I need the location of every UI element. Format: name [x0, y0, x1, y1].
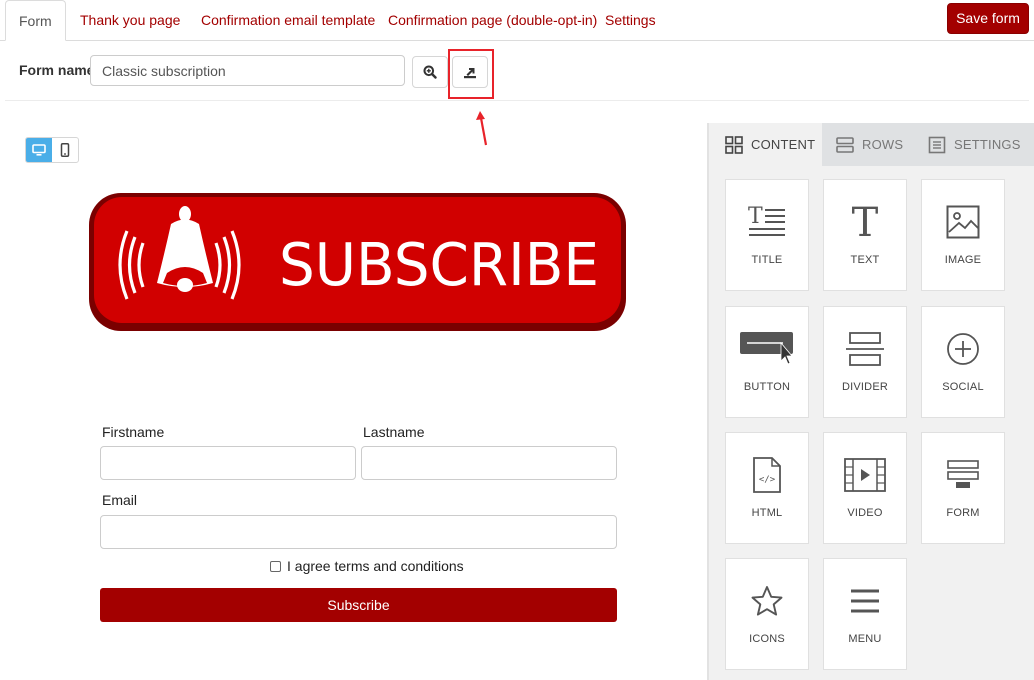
device-toggle: [25, 137, 79, 163]
tile-text[interactable]: T TEXT: [823, 179, 907, 291]
tile-image[interactable]: IMAGE: [921, 179, 1005, 291]
save-form-button[interactable]: Save form: [947, 3, 1029, 34]
tile-menu-label: MENU: [848, 633, 882, 645]
header-divider: [5, 100, 1029, 101]
tile-html-label: HTML: [751, 507, 783, 519]
top-tab-bar: Form Thank you page Confirmation email t…: [0, 0, 1034, 41]
subscribe-banner-image: SUBSCRIBE: [89, 193, 626, 331]
tile-html[interactable]: </> HTML: [725, 432, 809, 544]
mobile-view-button[interactable]: [52, 138, 78, 162]
svg-text:T: T: [748, 204, 763, 229]
zoom-button[interactable]: [412, 56, 448, 88]
tile-image-label: IMAGE: [944, 254, 982, 266]
menu-icon: [851, 589, 879, 613]
image-icon: [946, 205, 980, 239]
text-icon: T: [852, 202, 879, 242]
tab-form[interactable]: Form: [5, 0, 66, 41]
lastname-input[interactable]: [361, 446, 617, 480]
social-icon: [947, 333, 979, 365]
lastname-label: Lastname: [363, 424, 425, 440]
video-icon: [844, 458, 886, 492]
rows-icon: [836, 136, 854, 153]
tile-social[interactable]: SOCIAL: [921, 306, 1005, 418]
tile-video-label: VIDEO: [847, 507, 883, 519]
tile-form[interactable]: FORM: [921, 432, 1005, 544]
settings-icon: [928, 136, 946, 153]
tile-form-label: FORM: [946, 507, 980, 519]
divider-icon: [846, 332, 884, 366]
content-panel: CONTENT ROWS SETTINGS T TITLE T TEXT IMA…: [707, 123, 1034, 680]
tile-divider-label: DIVIDER: [841, 381, 889, 393]
desktop-icon: [32, 144, 46, 156]
panel-tab-content-label: CONTENT: [751, 137, 816, 152]
tile-social-label: SOCIAL: [942, 381, 984, 393]
annotation-arrow: [476, 111, 488, 146]
panel-tab-bar: CONTENT ROWS SETTINGS: [709, 123, 1034, 166]
mobile-icon: [60, 143, 70, 157]
panel-tab-content[interactable]: CONTENT: [709, 123, 822, 166]
tile-title-label: TITLE: [751, 254, 783, 266]
grid-icon: [725, 135, 743, 154]
email-input[interactable]: [100, 515, 617, 549]
agree-label: I agree terms and conditions: [287, 558, 464, 574]
banner-text: SUBSCRIBE: [279, 230, 599, 299]
svg-text:</>: </>: [759, 475, 776, 485]
agree-terms-row: I agree terms and conditions: [270, 558, 464, 574]
panel-tab-settings-label: SETTINGS: [954, 137, 1021, 152]
tile-icons[interactable]: ICONS: [725, 558, 809, 670]
zoom-in-icon: [423, 65, 437, 79]
star-icon: [751, 586, 783, 616]
tile-text-label: TEXT: [850, 254, 880, 266]
tab-settings[interactable]: Settings: [605, 0, 656, 41]
tile-title[interactable]: T TITLE: [725, 179, 809, 291]
tile-icons-label: ICONS: [749, 633, 785, 645]
panel-tab-rows-label: ROWS: [862, 137, 904, 152]
desktop-view-button[interactable]: [26, 138, 52, 162]
panel-tab-rows[interactable]: ROWS: [836, 123, 903, 166]
tile-menu[interactable]: MENU: [823, 558, 907, 670]
tile-divider[interactable]: DIVIDER: [823, 306, 907, 418]
firstname-input[interactable]: [100, 446, 356, 480]
tile-button[interactable]: BUTTON: [725, 306, 809, 418]
panel-tab-settings[interactable]: SETTINGS: [928, 123, 1021, 166]
email-label: Email: [102, 492, 138, 508]
tile-video[interactable]: VIDEO: [823, 432, 907, 544]
tab-confirmation-email-template[interactable]: Confirmation email template: [201, 0, 375, 41]
html-icon: </>: [753, 457, 781, 493]
form-icon: [947, 460, 979, 488]
tab-confirmation-page[interactable]: Confirmation page (double-opt-in): [388, 0, 597, 41]
tab-thank-you-page[interactable]: Thank you page: [80, 0, 180, 41]
firstname-label: Firstname: [102, 424, 165, 440]
subscribe-button[interactable]: Subscribe: [100, 588, 617, 622]
button-icon: [740, 332, 793, 365]
form-name-input[interactable]: [90, 55, 405, 86]
agree-checkbox[interactable]: [270, 560, 281, 572]
tile-button-label: BUTTON: [743, 381, 791, 393]
form-name-label: Form name: [19, 62, 95, 78]
annotation-highlight-box: [448, 49, 494, 99]
svg-text:T: T: [852, 202, 879, 242]
title-icon: T: [748, 204, 785, 236]
